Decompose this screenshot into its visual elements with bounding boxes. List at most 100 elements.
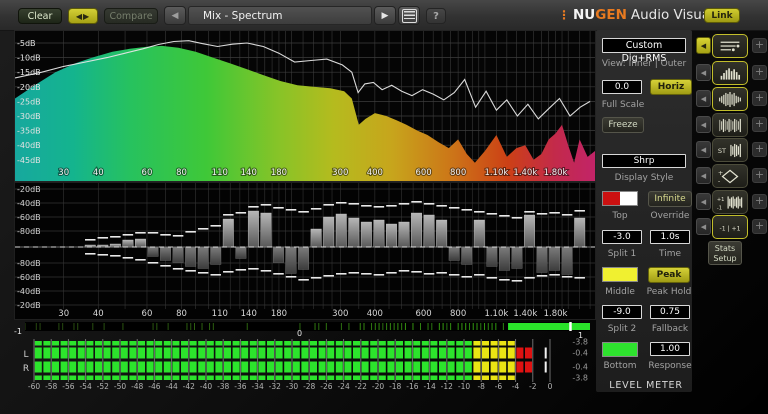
correlation-min-label: -1 <box>14 327 22 336</box>
module-vectorscope-button[interactable]: + - <box>712 164 748 188</box>
fallback-value[interactable]: 0.75 <box>650 305 690 319</box>
clear-button[interactable]: Clear <box>18 8 62 24</box>
compare-button[interactable]: Compare <box>104 8 158 24</box>
preset-prev-button[interactable]: ◀ <box>164 6 186 25</box>
svg-text:-40dB: -40dB <box>17 141 41 150</box>
svg-text:-8: -8 <box>477 382 485 391</box>
full-scale-value[interactable]: 0.0 <box>602 80 642 94</box>
svg-text:-25dB: -25dB <box>17 97 41 106</box>
svg-text:300: 300 <box>332 168 348 178</box>
help-button[interactable]: ? <box>426 8 446 24</box>
toolbar: Clear ◀▶ Compare ◀ Mix - Spectrum ▶ ? ⋮ N… <box>0 0 768 31</box>
module-waveform-expand-arrow[interactable]: ◀ <box>696 90 711 107</box>
fallback-label: Fallback <box>651 324 689 334</box>
response-value[interactable]: 1.00 <box>650 342 690 356</box>
module-correlation-meter-button[interactable]: -1 | +1 <box>712 215 748 239</box>
svg-text:110: 110 <box>212 168 228 178</box>
module-level-meter-button[interactable] <box>712 34 748 58</box>
split1-value[interactable]: -3.0 <box>602 230 642 244</box>
svg-text:80: 80 <box>176 168 187 178</box>
response-label: Response <box>648 361 692 371</box>
svg-text:-20: -20 <box>372 382 384 391</box>
module-spectrum-button[interactable] <box>712 61 748 85</box>
svg-text:0: 0 <box>548 382 553 391</box>
svg-text:-36: -36 <box>234 382 246 391</box>
svg-text:140: 140 <box>241 309 257 319</box>
stats-setup-button[interactable]: Stats Setup <box>708 241 742 265</box>
peak-hold-button[interactable]: Peak <box>648 267 690 283</box>
module-correlation-history-button[interactable]: +1 -1 <box>712 190 748 214</box>
link-button[interactable]: Link <box>704 8 740 23</box>
override-button[interactable]: Infinite <box>648 191 692 207</box>
override-label: Override <box>650 211 690 221</box>
module-stereo-spectrogram-expand-arrow[interactable]: ◀ <box>696 141 711 158</box>
module-correlation-meter-expand-arrow[interactable]: ◀ <box>696 218 711 235</box>
brand-nu: NU <box>573 7 596 23</box>
module-correlation-history-expand-arrow[interactable]: ◀ <box>696 193 711 210</box>
chevron-left-icon: ◀ <box>171 10 179 21</box>
bottom-color-swatch[interactable] <box>602 342 638 357</box>
level-meter-section-label: LEVEL METER <box>609 380 683 391</box>
middle-color-swatch[interactable] <box>602 267 638 282</box>
spectrum-analyzer-panel[interactable]: -5dB -10dB -15dB -20dB -25dB -30dB -35dB -40dB -… <box>14 30 596 182</box>
top-label: Top <box>612 211 628 221</box>
svg-text:180: 180 <box>271 309 287 319</box>
module-correlation-history-add-button[interactable]: + <box>752 194 767 209</box>
svg-text:-12: -12 <box>441 382 453 391</box>
split2-value[interactable]: -9.0 <box>602 305 642 319</box>
bottom-label: Bottom <box>603 361 637 371</box>
correlation-strip[interactable] <box>25 322 590 331</box>
module-vectorscope-expand-arrow[interactable]: ◀ <box>696 167 711 184</box>
svg-text:1.80k: 1.80k <box>544 168 568 178</box>
svg-text:-1: -1 <box>717 205 722 211</box>
svg-text:1.40k: 1.40k <box>513 309 537 319</box>
module-spectrogram-button[interactable] <box>712 113 748 137</box>
module-stereo-spectrogram-button[interactable]: ST <box>712 138 748 162</box>
svg-text:800: 800 <box>450 309 466 319</box>
module-waveform-button[interactable] <box>712 87 748 111</box>
module-spectrogram-expand-arrow[interactable]: ◀ <box>696 116 711 133</box>
module-spectrum-add-button[interactable]: + <box>752 65 767 80</box>
display-style-value[interactable]: Shrp <box>602 154 686 168</box>
corrhist-icon: +1-1 <box>717 195 743 211</box>
split-difference-meter-panel[interactable]: -20dB -40dB -60dB -80dB -80dB -60dB -40dB -20dB… <box>14 182 596 320</box>
freeze-button[interactable]: Freeze <box>602 117 644 133</box>
svg-text:-28: -28 <box>303 382 315 391</box>
top-color-swatch[interactable] <box>602 191 638 206</box>
svg-text:L: L <box>23 350 28 360</box>
preset-next-button[interactable]: ▶ <box>374 6 396 25</box>
horiz-button[interactable]: Horiz <box>650 79 692 95</box>
svg-text:1.10k: 1.10k <box>484 168 508 178</box>
module-level-meter-expand-arrow[interactable]: ◀ <box>696 37 711 54</box>
svg-text:-38: -38 <box>217 382 229 391</box>
svg-text:-80dB: -80dB <box>17 259 41 268</box>
app-window: Clear ◀▶ Compare ◀ Mix - Spectrum ▶ ? ⋮ N… <box>0 0 768 414</box>
svg-text:300: 300 <box>332 309 348 319</box>
module-stereo-spectrogram-add-button[interactable]: + <box>752 142 767 157</box>
svg-text:-22: -22 <box>355 382 367 391</box>
split1-label: Split 1 <box>607 249 637 259</box>
module-vectorscope-add-button[interactable]: + <box>752 168 767 183</box>
svg-text:-15dB: -15dB <box>17 68 41 77</box>
module-level-meter-add-button[interactable]: + <box>752 38 767 53</box>
time-value[interactable]: 1.0s <box>650 230 690 244</box>
module-correlation-meter-add-button[interactable]: + <box>752 219 767 234</box>
svg-text:-6: -6 <box>495 382 503 391</box>
svg-text:30: 30 <box>58 168 69 178</box>
module-spectrum-expand-arrow[interactable]: ◀ <box>696 64 711 81</box>
svg-text:-60dB: -60dB <box>17 213 41 222</box>
swap-ab-button[interactable]: ◀▶ <box>68 8 98 24</box>
preset-dropdown[interactable]: Mix - Spectrum <box>188 6 372 25</box>
svg-text:-40: -40 <box>200 382 212 391</box>
nugen-logo-dots-icon: ⋮ <box>558 8 570 22</box>
module-spectrogram-add-button[interactable]: + <box>752 117 767 132</box>
lines-icon <box>720 41 740 51</box>
wave-icon <box>719 91 741 107</box>
module-waveform-add-button[interactable]: + <box>752 91 767 106</box>
preset-list-button[interactable] <box>398 6 420 25</box>
svg-text:-80dB: -80dB <box>17 227 41 236</box>
svg-text:-35dB: -35dB <box>17 127 41 136</box>
svg-text:ST: ST <box>718 146 727 154</box>
meter-preset-dropdown[interactable]: Custom Dig+RMS <box>602 38 686 64</box>
svg-text:-16: -16 <box>406 382 418 391</box>
